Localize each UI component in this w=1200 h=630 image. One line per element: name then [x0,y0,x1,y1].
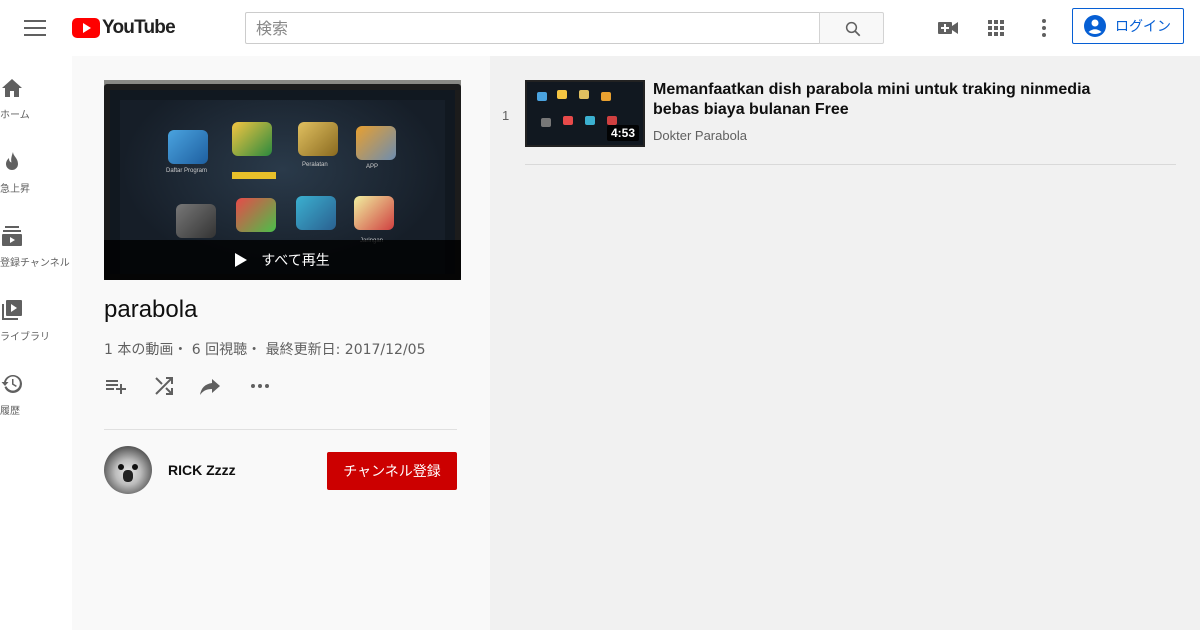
playlist-video-list: 1 4:53 Memanfaatkan dish parabola mini u… [490,56,1200,630]
playlist-title: parabola [104,296,198,323]
video-title[interactable]: Memanfaatkan dish parabola mini untuk tr… [653,80,1133,120]
more-vert-icon[interactable] [1032,16,1056,40]
video-index: 1 [502,108,510,123]
guide-item-subscriptions[interactable]: 登録チャンネル [0,204,72,269]
more-horiz-icon[interactable] [248,374,272,398]
mini-guide: ホーム 急上昇 登録チャンネル ライブラリ 履歴 [0,56,72,630]
guide-label: 急上昇 [0,184,30,195]
thumbnail-text: Peralatan [302,162,328,168]
youtube-play-icon [72,18,100,38]
playlist-stats: 1 本の動画・ 6 回視聴・ 最終更新日: 2017/12/05 [104,342,426,358]
search-button[interactable] [819,12,884,44]
guide-item-home[interactable]: ホーム [0,56,72,121]
video-row[interactable]: 1 4:53 Memanfaatkan dish parabola mini u… [490,80,1176,164]
play-icon [235,253,248,267]
guide-label: 登録チャンネル [0,258,70,269]
guide-label: ホーム [0,110,30,121]
home-icon [2,79,22,97]
library-icon [2,300,22,320]
guide-item-history[interactable]: 履歴 [0,352,72,417]
menu-icon[interactable] [24,20,46,36]
history-icon [1,374,22,393]
masthead: YouTube ログイン [0,0,1200,56]
search-icon [845,21,861,37]
trending-icon [6,152,18,170]
guide-item-trending[interactable]: 急上昇 [0,130,72,195]
channel-owner-name[interactable]: RICK Zzzz [168,462,236,478]
apps-grid-icon[interactable] [984,16,1008,40]
login-label: ログイン [1115,19,1171,35]
video-duration: 4:53 [606,125,639,141]
guide-label: 履歴 [0,406,20,417]
avatar[interactable] [104,446,152,494]
video-channel-name[interactable]: Dokter Parabola [653,128,747,143]
search-input[interactable] [245,12,820,44]
playlist-thumbnail[interactable]: Daftar Program Peralatan APP Jaringan すべ… [104,80,461,280]
divider [104,429,457,430]
share-icon[interactable] [198,374,222,398]
login-button[interactable]: ログイン [1072,8,1184,44]
divider [525,164,1176,165]
shuffle-icon[interactable] [152,374,176,398]
account-circle-icon [1084,15,1106,37]
add-to-queue-icon[interactable] [104,374,128,398]
logo-text: YouTube [102,17,176,38]
thumbnail-text: APP [366,164,379,170]
play-all-label: すべて再生 [261,253,330,269]
create-video-icon[interactable] [936,16,960,40]
youtube-logo[interactable]: YouTube [72,16,176,40]
playlist-sidebar: Daftar Program Peralatan APP Jaringan すべ… [72,56,490,630]
play-all-button[interactable]: すべて再生 [104,240,461,280]
video-thumbnail[interactable]: 4:53 [525,80,645,147]
thumbnail-text: Daftar Program [166,168,208,174]
guide-label: ライブラリ [0,332,50,343]
subscribe-button[interactable]: チャンネル登録 [327,452,457,490]
guide-item-library[interactable]: ライブラリ [0,278,72,343]
subscriptions-icon [2,226,22,246]
